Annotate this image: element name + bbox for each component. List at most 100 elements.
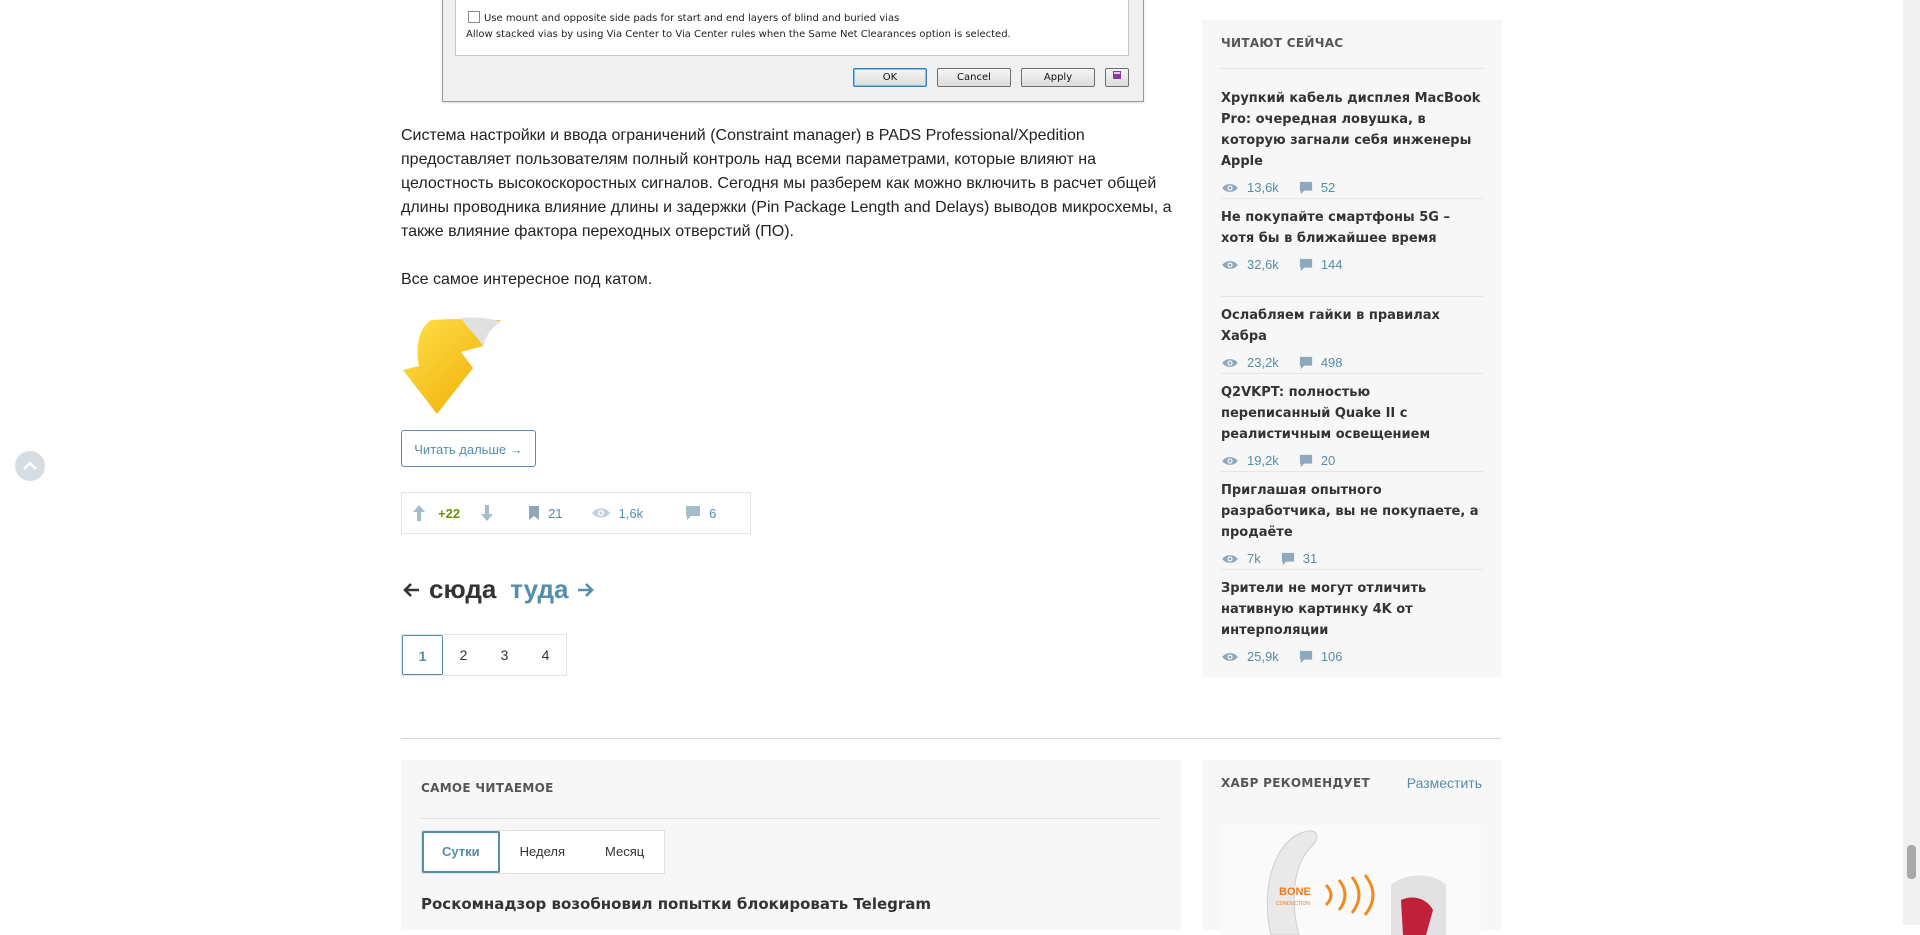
sidebar-post-title[interactable]: Q2VKPT: полностью переписанный Quake II … (1221, 382, 1483, 445)
dialog-ok-button: OK (853, 68, 927, 87)
sidebar-title: ЧИТАЮТ СЕЙЧАС (1221, 36, 1344, 50)
eye-icon (1222, 260, 1238, 269)
sidebar-post-comments: 52 (1320, 180, 1336, 195)
article-cut-text: Все самое интересное под катом. (401, 271, 653, 288)
sidebar-post[interactable]: Q2VKPT: полностью переписанный Quake II … (1221, 382, 1483, 468)
sidebar-separator (1221, 198, 1483, 199)
sidebar-separator (1221, 296, 1483, 297)
sidebar-post-views: 32,6k (1247, 257, 1279, 272)
comment-icon (1299, 650, 1312, 663)
dialog-apply-button: Apply (1021, 68, 1095, 87)
reading-now-sidebar: ЧИТАЮТ СЕЙЧАС Хрупкий кабель дисплея Mac… (1202, 20, 1502, 677)
most-read-title: САМОЕ ЧИТАЕМОЕ (421, 781, 554, 795)
tab-week[interactable]: Неделя (500, 831, 585, 873)
page-link-2[interactable]: 2 (443, 635, 484, 675)
divider (401, 738, 1501, 739)
sidebar-post-title[interactable]: Хрупкий кабель дисплея MacBook Pro: очер… (1221, 88, 1483, 172)
habr-recommends-panel: ХАБР РЕКОМЕНДУЕТ Разместить BONE CONDUCT… (1202, 760, 1502, 935)
sidebar-post-title[interactable]: Зрители не могут отличить нативную карти… (1221, 578, 1483, 641)
arrow-left-icon (403, 582, 419, 597)
sidebar-post-comments: 144 (1320, 257, 1343, 272)
bookmark-icon (529, 506, 540, 520)
post-score: +22 (438, 505, 461, 521)
dialog-checkbox-label: Use mount and opposite side pads for sta… (484, 13, 900, 24)
scrollbar-thumb[interactable] (1907, 845, 1916, 879)
tab-day[interactable]: Сутки (422, 831, 500, 873)
arrow-right-icon (578, 582, 595, 597)
dialog-screenshot-image: Use mount and opposite side pads for sta… (442, 0, 1144, 102)
most-read-divider (421, 818, 1161, 819)
tab-month[interactable]: Месяц (585, 831, 664, 873)
sidebar-post[interactable]: Ослабляем гайки в правилах Хабра 23,2k 4… (1221, 305, 1483, 370)
eye-icon (1222, 358, 1238, 367)
headphones-ad-image: BONE CONDUCTION (1221, 825, 1481, 935)
eye-icon (1222, 183, 1238, 192)
dialog-help-button (1105, 68, 1129, 87)
sidebar-post[interactable]: Зрители не могут отличить нативную карти… (1221, 578, 1483, 664)
views-count: 1,6k (618, 505, 644, 521)
bookmark-count: 21 (548, 505, 563, 521)
prev-page-link[interactable]: сюда (401, 574, 496, 605)
sidebar-post-title[interactable]: Приглашая опытного разработчика, вы не п… (1221, 480, 1483, 543)
eye-icon (1222, 456, 1238, 465)
article-paragraph: Система настройки и ввода ограничений (C… (401, 127, 1172, 240)
most-read-panel: САМОЕ ЧИТАЕМОЕ Сутки Неделя Месяц Роском… (401, 760, 1181, 930)
eye-icon (1222, 652, 1238, 661)
read-more-button[interactable]: Читать дальше → (401, 430, 536, 467)
ad-image[interactable]: BONE CONDUCTION (1221, 825, 1481, 935)
sidebar-post-comments: 106 (1320, 649, 1343, 664)
page-link-1[interactable]: 1 (402, 635, 443, 675)
pagination: 1 2 3 4 (401, 634, 567, 676)
comments-count: 6 (709, 505, 717, 521)
sidebar-post-views: 19,2k (1247, 453, 1279, 468)
most-read-tabs: Сутки Неделя Месяц (421, 830, 666, 874)
sidebar-divider (1221, 68, 1483, 69)
sidebar-post-title[interactable]: Ослабляем гайки в правилах Хабра (1221, 305, 1483, 347)
most-read-first-post[interactable]: Роскомнадзор возобновил попытки блокиров… (421, 895, 931, 913)
dialog-checkbox-row: Use mount and opposite side pads for sta… (468, 11, 899, 24)
eye-icon (591, 508, 610, 518)
scroll-to-top-button[interactable] (15, 451, 45, 481)
vote-up-button[interactable] (412, 504, 426, 522)
eye-icon (1222, 554, 1238, 563)
comments-link[interactable]: 6 (685, 505, 716, 521)
page-link-3[interactable]: 3 (484, 635, 525, 675)
comment-icon (1299, 356, 1312, 369)
bookmark-button[interactable]: 21 (528, 505, 563, 521)
sidebar-post-views: 7k (1247, 551, 1261, 566)
sidebar-separator (1221, 471, 1483, 472)
sidebar-separator (1221, 373, 1483, 374)
sidebar-post[interactable]: Приглашая опытного разработчика, вы не п… (1221, 480, 1483, 566)
recommends-title: ХАБР РЕКОМЕНДУЕТ (1221, 776, 1370, 790)
comment-icon (1299, 181, 1312, 194)
sidebar-post-comments: 31 (1302, 551, 1318, 566)
sidebar-post[interactable]: Хрупкий кабель дисплея MacBook Pro: очер… (1221, 88, 1483, 195)
checkbox-icon (468, 11, 480, 23)
sidebar-post[interactable]: Не покупайте смартфоны 5G – хотя бы в бл… (1221, 207, 1483, 272)
sidebar-post-views: 25,9k (1247, 649, 1279, 664)
sidebar-post-comments: 20 (1320, 453, 1336, 468)
next-page-label: туда (510, 574, 569, 604)
next-page-link[interactable]: туда (510, 574, 596, 605)
place-ad-link[interactable]: Разместить (1407, 775, 1482, 791)
sidebar-separator (1221, 569, 1483, 570)
sidebar-post-views: 23,2k (1247, 355, 1279, 370)
dialog-cancel-button: Cancel (937, 68, 1011, 87)
ad-headline: BONE (1279, 886, 1311, 898)
page-scrollbar[interactable] (1903, 0, 1920, 925)
sidebar-post-title[interactable]: Не покупайте смартфоны 5G – хотя бы в бл… (1221, 207, 1483, 249)
comment-icon (1299, 258, 1312, 271)
dialog-panel: Use mount and opposite side pads for sta… (455, 0, 1129, 56)
down-arrow-image (403, 317, 501, 414)
sidebar-post-views: 13,6k (1247, 180, 1279, 195)
dialog-note: Allow stacked vias by using Via Center t… (466, 29, 1011, 40)
vote-down-button[interactable] (480, 504, 494, 522)
chevron-up-icon (23, 461, 37, 470)
comment-icon (1299, 454, 1312, 467)
ad-subheadline: CONDUCTION (1276, 901, 1310, 907)
sidebar-post-comments: 498 (1320, 355, 1343, 370)
arrow-up-icon (413, 505, 425, 521)
book-icon (1113, 71, 1121, 79)
page-link-4[interactable]: 4 (525, 635, 566, 675)
pager-nav: сюда туда (401, 574, 596, 605)
